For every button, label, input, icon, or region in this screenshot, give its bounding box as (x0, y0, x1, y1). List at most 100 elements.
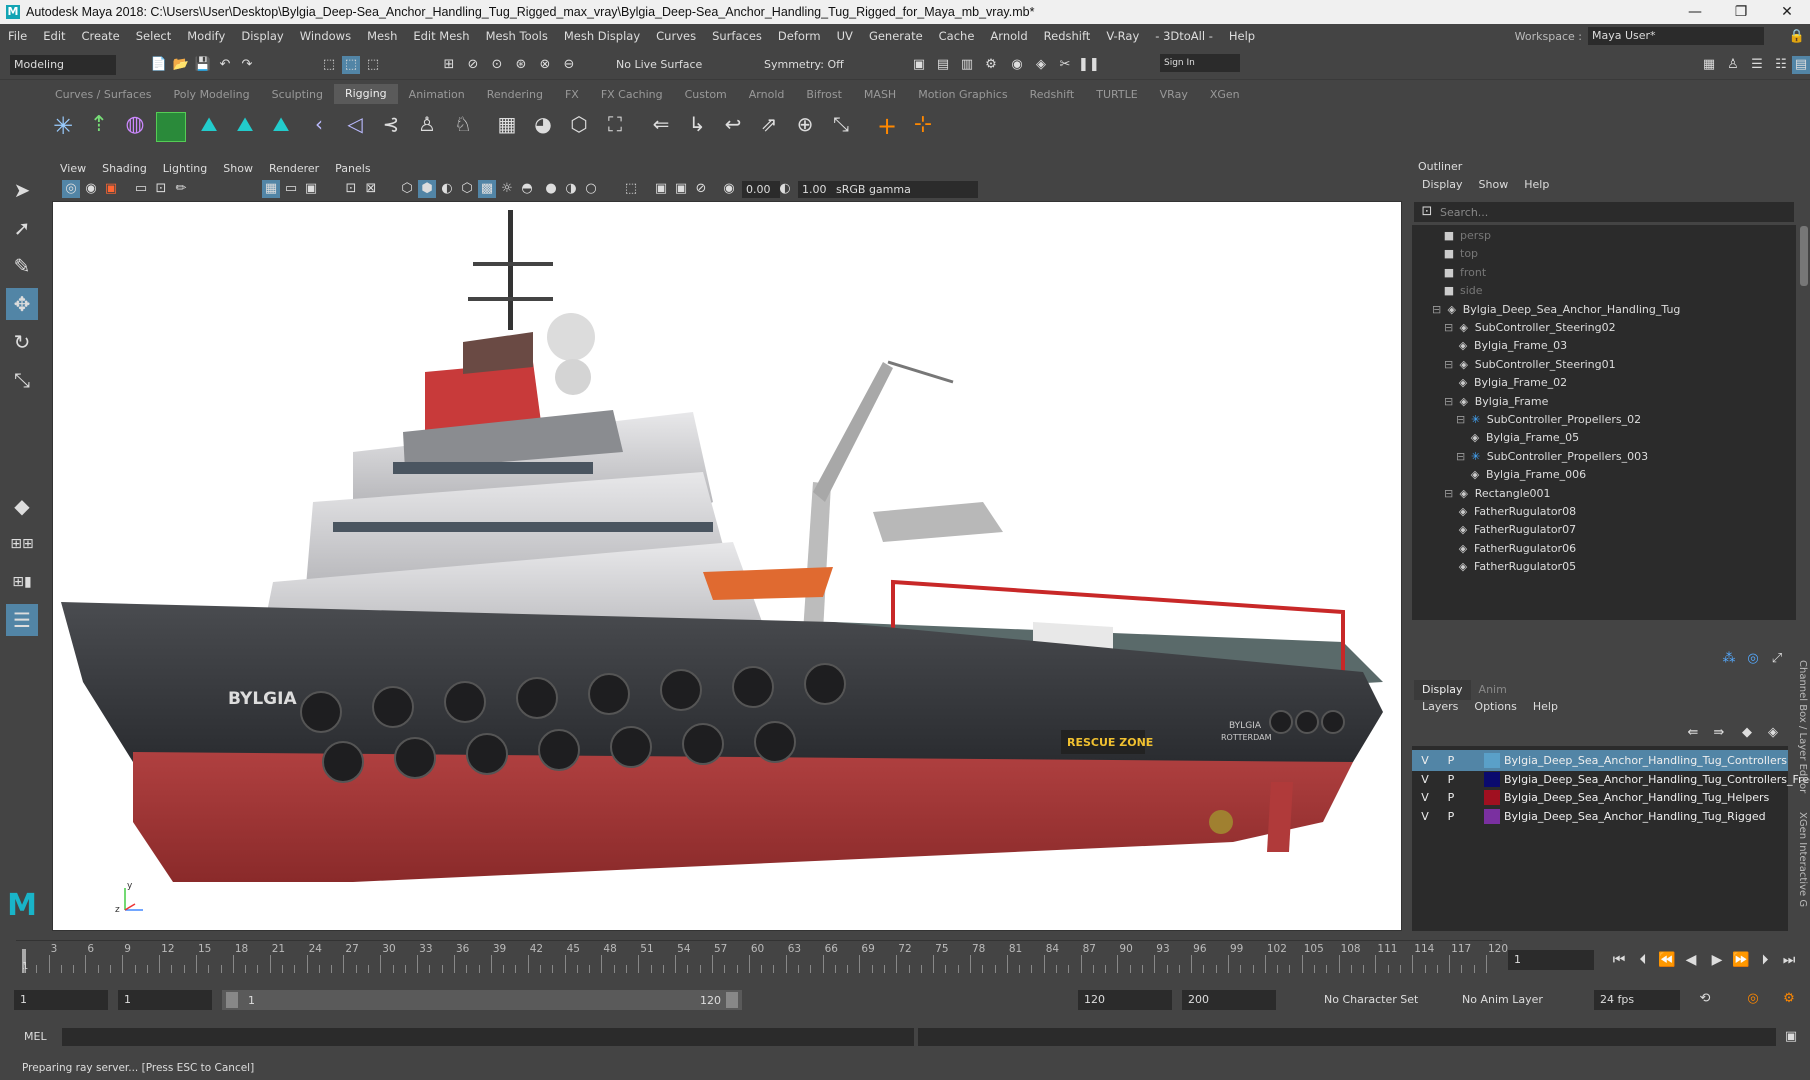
layer-color-swatch[interactable] (1484, 790, 1500, 805)
layer-tab-anim[interactable]: Anim (1471, 680, 1515, 700)
close-icon[interactable]: ✕ (1764, 0, 1810, 24)
bookmarks-icon[interactable]: ▣ (102, 180, 120, 198)
layer-menu-options[interactable]: Options (1466, 700, 1524, 713)
blend-shape-icon[interactable]: ◕ (528, 112, 558, 142)
outliner-menu-help[interactable]: Help (1516, 178, 1557, 191)
textured-icon[interactable]: ▩ (478, 180, 496, 198)
fps-dropdown[interactable]: 24 fps (1594, 990, 1680, 1010)
pin-icon[interactable]: ⤢ (1768, 650, 1786, 668)
layer-playback-toggle[interactable]: P (1442, 806, 1460, 827)
layer-visibility-toggle[interactable]: V (1416, 806, 1434, 827)
paint-select-icon[interactable]: ✎ (6, 250, 38, 282)
viewport-menu-renderer[interactable]: Renderer (261, 162, 327, 175)
anti-aliasing-icon[interactable]: ○ (582, 180, 600, 198)
layer-menu-layers[interactable]: Layers (1414, 700, 1466, 713)
wireframe-on-shaded-icon[interactable]: ⬡ (458, 180, 476, 198)
wireframe-icon[interactable]: ⬡ (398, 180, 416, 198)
move-tool-icon[interactable]: ✥ (6, 288, 38, 320)
symmetry-dropdown[interactable]: Symmetry: Off (760, 55, 860, 75)
color-space-dropdown[interactable]: sRGB gamma (832, 181, 978, 198)
snap-surface-icon[interactable]: ⊗ (536, 56, 554, 74)
film-gate-icon[interactable]: ▭ (282, 180, 300, 198)
render-sequence-icon[interactable]: ▤ (934, 56, 952, 74)
collapse-icon[interactable]: ⊟ (1456, 413, 1469, 426)
hik-icon[interactable]: ♙ (412, 112, 442, 142)
attribute-icon[interactable]: ◎ (1744, 650, 1762, 668)
play-forward-icon[interactable]: ▶ (1706, 950, 1728, 970)
snap-view-icon[interactable]: ⊛ (512, 56, 530, 74)
range-start-handle[interactable] (226, 992, 238, 1008)
animation-start-field[interactable]: 1 (14, 990, 108, 1010)
shelf-tab-turtle[interactable]: TURTLE (1085, 88, 1148, 101)
scale-constraint-icon[interactable]: ⇗ (754, 112, 784, 142)
ik-fk-switch-icon[interactable]: ⊹ (908, 112, 938, 142)
shelf-tab-redshift[interactable]: Redshift (1019, 88, 1086, 101)
aim-constraint-icon[interactable]: ↳ (682, 112, 712, 142)
snap-edge-icon[interactable]: ⊖ (560, 56, 578, 74)
ipr-render-icon[interactable]: ▥ (958, 56, 976, 74)
snap-grid-icon[interactable]: ⊞ (440, 56, 458, 74)
locator-icon[interactable]: + (872, 112, 902, 142)
curve-warp-icon[interactable]: ⛶ (600, 112, 630, 142)
rotate-tool-icon[interactable]: ↻ (6, 326, 38, 358)
loop-icon[interactable]: ⟲ (1696, 990, 1714, 1008)
minimize-icon[interactable]: — (1672, 0, 1718, 24)
collapse-icon[interactable]: ⊟ (1444, 358, 1457, 371)
pole-vector-icon[interactable]: ⤡ (826, 112, 856, 142)
hypershade-icon[interactable]: ◉ (1008, 56, 1026, 74)
play-backward-icon[interactable]: ◀ (1680, 950, 1702, 970)
resolution-gate-icon[interactable]: ▣ (302, 180, 320, 198)
outliner-menu-display[interactable]: Display (1414, 178, 1471, 191)
scale-tool-icon[interactable]: ⤡ (6, 364, 38, 396)
outliner-layout-icon[interactable]: ☰ (6, 604, 38, 636)
smooth-shade-icon[interactable]: ⬢ (418, 180, 436, 198)
menu-item-file[interactable]: File (0, 29, 35, 43)
xray-components-icon[interactable]: ⊘ (692, 180, 710, 198)
menu-item-edit[interactable]: Edit (35, 29, 73, 43)
image-plane-icon[interactable]: ▭ (132, 180, 150, 198)
menu-item-windows[interactable]: Windows (292, 29, 359, 43)
select-hierarchy-icon[interactable]: ⬚ (320, 56, 338, 74)
vray-ipr-icon[interactable]: ✂ (1056, 56, 1074, 74)
layer-color-swatch[interactable] (1484, 753, 1500, 768)
single-pane-icon[interactable]: ◆ (6, 490, 38, 522)
isolate-select-icon[interactable]: ⬚ (622, 180, 640, 198)
pause-icon[interactable]: ❚❚ (1078, 56, 1100, 74)
outliner-scrollbar[interactable] (1800, 226, 1808, 286)
move-layer-up-icon[interactable]: ⇚ (1684, 724, 1702, 742)
camera-attributes-icon[interactable]: ◉ (82, 180, 100, 198)
xray-icon[interactable]: ▣ (652, 180, 670, 198)
shelf-tab-rendering[interactable]: Rendering (476, 88, 554, 101)
render-frame-icon[interactable]: ▣ (910, 56, 928, 74)
default-material-icon[interactable]: ◐ (438, 180, 456, 198)
layer-name[interactable]: Bylgia_Deep_Sea_Anchor_Handling_Tug_Rigg… (1504, 806, 1766, 827)
shelf-tab-motion-graphics[interactable]: Motion Graphics (907, 88, 1018, 101)
shelf-tab-fx-caching[interactable]: FX Caching (590, 88, 674, 101)
shape-editor-icon[interactable]: ▦ (492, 112, 522, 142)
animation-end-field[interactable]: 200 (1182, 990, 1276, 1010)
menu-item-mesh-display[interactable]: Mesh Display (556, 29, 648, 43)
viewport-menu-lighting[interactable]: Lighting (155, 162, 215, 175)
menu-item-mesh-tools[interactable]: Mesh Tools (478, 29, 556, 43)
shelf-tab-curves-surfaces[interactable]: Curves / Surfaces (44, 88, 163, 101)
safe-title-icon[interactable]: ⊠ (362, 180, 380, 198)
move-layer-down-icon[interactable]: ⇛ (1710, 724, 1728, 742)
ik-spline-icon[interactable]: ◍ (120, 112, 150, 142)
bind-skin-icon[interactable]: ⛰ (194, 112, 224, 142)
undo-icon[interactable]: ↶ (216, 56, 234, 74)
save-scene-icon[interactable]: 💾 (194, 56, 212, 74)
shelf-tab-rigging[interactable]: Rigging (333, 84, 398, 104)
menu-item-create[interactable]: Create (74, 29, 128, 43)
shelf-tab-animation[interactable]: Animation (398, 88, 476, 101)
range-slider[interactable]: 1 120 (222, 990, 742, 1010)
modeling-toolkit-icon[interactable]: ▦ (1700, 56, 1718, 74)
anim-prefs-icon[interactable]: ⚙ (1780, 990, 1798, 1008)
shelf-tab-arnold[interactable]: Arnold (738, 88, 796, 101)
shelf-tab-poly-modeling[interactable]: Poly Modeling (163, 88, 261, 101)
cluster-icon[interactable]: ‹ (304, 112, 334, 142)
go-to-start-icon[interactable]: ⏮ (1608, 950, 1630, 970)
anim-layer-dropdown[interactable]: No Anim Layer (1456, 990, 1580, 1010)
new-scene-icon[interactable]: 📄 (150, 56, 168, 74)
interactive-bind-icon[interactable]: ⛰ (230, 112, 260, 142)
playback-end-field[interactable]: 120 (1078, 990, 1172, 1010)
